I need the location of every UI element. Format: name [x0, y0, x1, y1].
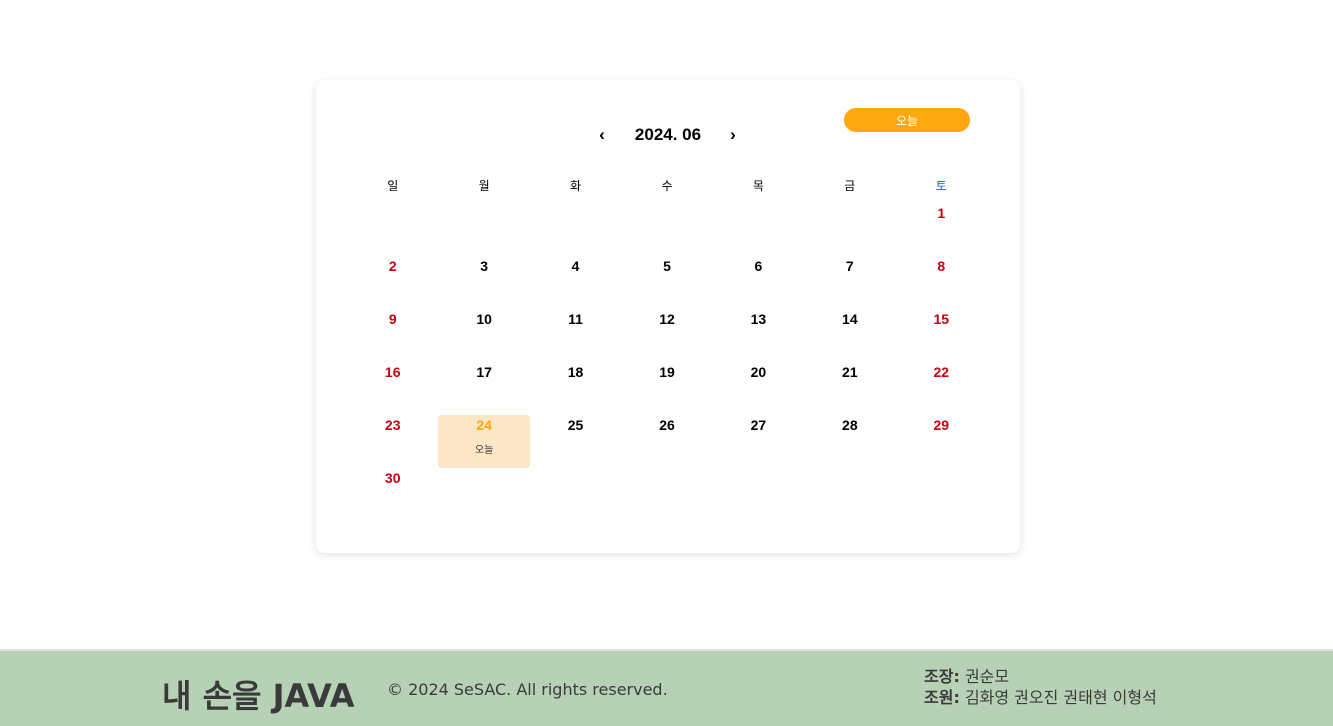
calendar-day-number: 5 — [663, 258, 671, 274]
team-leader-line: 조장: 권순모 — [924, 666, 1157, 687]
calendar-day[interactable]: 15 — [896, 307, 987, 360]
calendar-day[interactable]: 27 — [713, 413, 804, 466]
calendar-day-number: 15 — [933, 311, 950, 327]
month-title: 2024. 06 — [634, 125, 702, 144]
calendar-day-grid: 1 2 3 4 5 6 7 8 9 10 11 12 13 14 15 16 17 18 19 20 21 22 23 24 오… — [347, 201, 987, 519]
weekday-sun: 일 — [387, 179, 399, 193]
calendar-day-number: 22 — [933, 364, 950, 380]
calendar-day-number: 26 — [659, 417, 675, 433]
calendar-day[interactable]: 8 — [896, 254, 987, 307]
calendar-day[interactable]: 21 — [804, 360, 895, 413]
calendar-day[interactable]: 26 — [621, 413, 712, 466]
weekday-fri: 금 — [844, 179, 856, 193]
calendar-day-number: 28 — [842, 417, 858, 433]
calendar-day-number: 12 — [659, 311, 675, 327]
weekday-thu: 목 — [752, 179, 764, 193]
calendar-day[interactable]: 17 — [438, 360, 529, 413]
weekday-header-row: 일 월 화 수 목 금 토 — [347, 176, 987, 196]
weekday-sat: 토 — [935, 179, 947, 193]
calendar-day-number: 23 — [384, 417, 401, 433]
calendar-day[interactable]: 1 — [896, 201, 987, 254]
calendar-card: ‹ 2024. 06 › 오늘 일 월 화 수 목 금 토 1234567891… — [316, 80, 1020, 553]
calendar-day-empty — [621, 201, 712, 254]
calendar-day[interactable]: 16 — [347, 360, 438, 413]
team-members-value: 김화영 권오진 권태현 이형석 — [964, 688, 1157, 707]
calendar-day-number: 17 — [476, 364, 492, 380]
calendar-day-empty — [804, 201, 895, 254]
calendar-day[interactable]: 22 — [896, 360, 987, 413]
calendar-day-number: 11 — [568, 311, 583, 327]
calendar-day-number: 10 — [476, 311, 492, 327]
calendar-day-empty — [713, 201, 804, 254]
calendar-day[interactable]: 2 — [347, 254, 438, 307]
next-month-button[interactable]: › — [723, 123, 743, 147]
prev-month-button[interactable]: ‹ — [592, 123, 612, 147]
calendar-day-number: 1 — [937, 205, 946, 221]
team-leader-value: 권순모 — [964, 667, 1010, 686]
calendar-day[interactable]: 6 — [713, 254, 804, 307]
calendar-day[interactable]: 5 — [621, 254, 712, 307]
calendar-day-number: 24 — [476, 417, 492, 433]
calendar-day-number: 19 — [659, 364, 675, 380]
calendar-day[interactable]: 10 — [438, 307, 529, 360]
calendar-day[interactable]: 20 — [713, 360, 804, 413]
page: ‹ 2024. 06 › 오늘 일 월 화 수 목 금 토 1234567891… — [0, 0, 1333, 726]
calendar-day-number: 8 — [937, 258, 946, 274]
calendar-day[interactable]: 11 — [530, 307, 621, 360]
calendar-day[interactable]: 3 — [438, 254, 529, 307]
today-marker-label: 오늘 — [474, 445, 494, 456]
calendar-day-number: 9 — [388, 311, 397, 327]
today-button[interactable]: 오늘 — [844, 108, 970, 132]
footer-copyright: © 2024 SeSAC. All rights reserved. — [387, 680, 668, 699]
calendar-day-number: 14 — [842, 311, 858, 327]
weekday-wed: 수 — [661, 179, 673, 193]
calendar-day-number: 16 — [384, 364, 401, 380]
calendar-day[interactable]: 12 — [621, 307, 712, 360]
calendar-day-today[interactable]: 24 오늘 — [438, 415, 530, 468]
calendar-day-number: 6 — [754, 258, 763, 274]
calendar-day-number: 4 — [571, 258, 580, 274]
calendar-day[interactable]: 19 — [621, 360, 712, 413]
team-members-line: 조원: 김화영 권오진 권태현 이형석 — [924, 687, 1157, 708]
calendar-day[interactable]: 4 — [530, 254, 621, 307]
calendar-day-number: 3 — [480, 258, 489, 274]
calendar-day-empty — [530, 201, 621, 254]
calendar-day-number: 21 — [842, 364, 858, 380]
calendar-day[interactable]: 14 — [804, 307, 895, 360]
calendar-day[interactable]: 23 — [347, 413, 438, 466]
calendar-day[interactable]: 28 — [804, 413, 895, 466]
team-members-key: 조원: — [924, 688, 960, 707]
calendar-day[interactable]: 29 — [896, 413, 987, 466]
calendar-day-number: 13 — [750, 311, 767, 327]
calendar-day-number: 30 — [384, 470, 401, 486]
team-leader-key: 조장: — [924, 667, 960, 686]
calendar-day[interactable]: 7 — [804, 254, 895, 307]
calendar-day-empty — [438, 201, 529, 254]
footer-team: 조장: 권순모 조원: 김화영 권오진 권태현 이형석 — [924, 666, 1157, 708]
calendar-day-number: 18 — [567, 364, 584, 380]
calendar-day[interactable]: 30 — [347, 466, 438, 519]
calendar-day-number: 20 — [750, 364, 767, 380]
calendar-day[interactable]: 9 — [347, 307, 438, 360]
calendar-day-number: 29 — [933, 417, 950, 433]
footer-brand: 내 손을 JAVA — [162, 677, 355, 715]
calendar-day-number: 2 — [388, 258, 397, 274]
weekday-tue: 화 — [570, 179, 582, 193]
footer: 내 손을 JAVA © 2024 SeSAC. All rights reser… — [0, 649, 1333, 726]
calendar-day-number: 25 — [567, 417, 584, 433]
calendar-day[interactable]: 25 — [530, 413, 621, 466]
calendar-day[interactable]: 13 — [713, 307, 804, 360]
weekday-mon: 월 — [478, 179, 490, 193]
calendar-day-empty — [347, 201, 438, 254]
calendar-day-number: 27 — [750, 417, 767, 433]
calendar-day-number: 7 — [845, 258, 854, 274]
calendar-day[interactable]: 18 — [530, 360, 621, 413]
